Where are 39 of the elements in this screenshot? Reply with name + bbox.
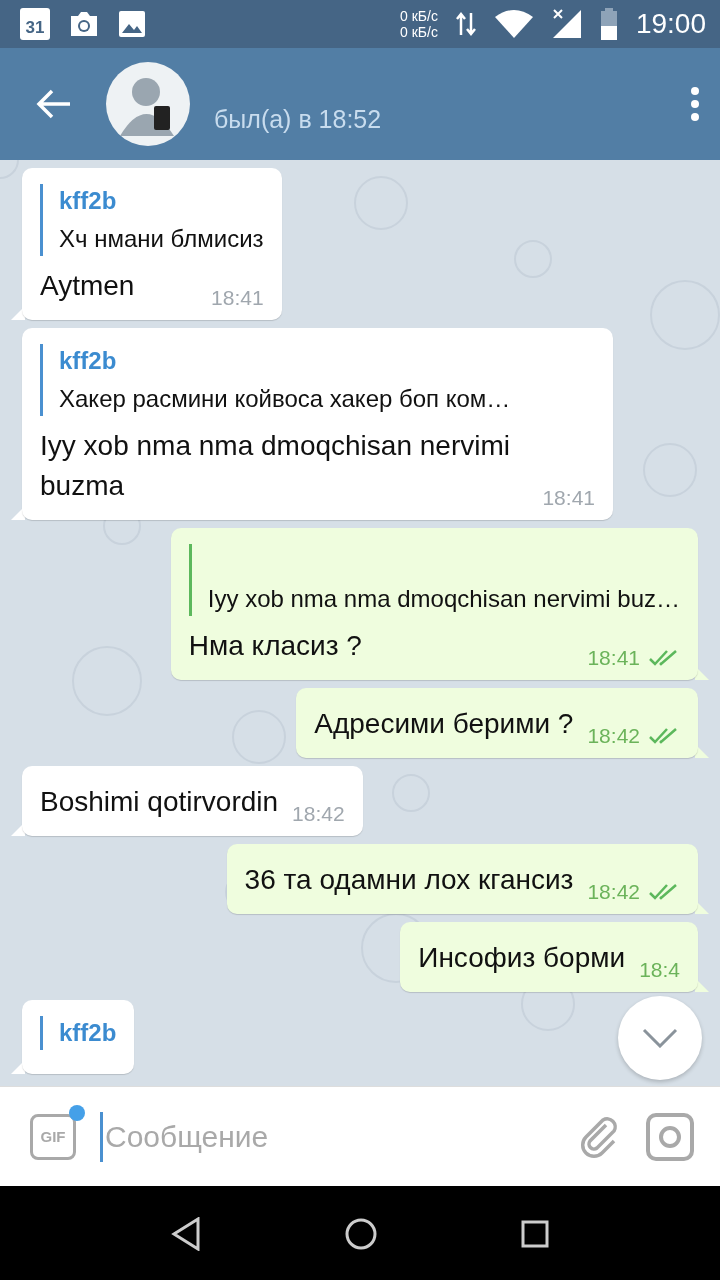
last-seen-status: был(а) в 18:52	[214, 104, 383, 134]
chevron-down-icon	[642, 1028, 678, 1048]
download-speed: 0 кБ/с	[400, 24, 438, 40]
battery-icon	[599, 8, 618, 40]
message-time: 18:41	[211, 286, 264, 310]
message-time: 18:42	[587, 880, 640, 904]
message-text: Boshimi qotirvordin	[40, 785, 279, 819]
reply-text: Iyy xob nma nma dmoqchisan nervimi buz…	[207, 584, 680, 614]
message-text: Нма класиз ?	[188, 629, 363, 663]
reply-text: Хакер расмини койвоса хакер боп ком…	[59, 384, 512, 414]
message-time: 18:42	[587, 724, 640, 748]
clock: 19:00	[635, 8, 706, 40]
camera-icon[interactable]	[646, 1112, 694, 1161]
message-input[interactable]: Сообщение	[100, 1111, 554, 1162]
back-icon[interactable]	[36, 89, 72, 119]
avatar[interactable]	[106, 62, 190, 146]
message-time: 18:4	[639, 958, 680, 982]
message-text: 36 та одамни лох кгансиз	[244, 863, 574, 897]
message-time: 18:41	[587, 646, 640, 670]
back-nav-icon[interactable]	[171, 1217, 202, 1251]
reply-author: kff2b	[59, 346, 118, 376]
signal-icon	[551, 9, 582, 39]
camera-icon	[68, 10, 100, 38]
wifi-icon	[493, 9, 534, 39]
message-text: Инсофиз борми	[418, 941, 626, 975]
image-icon	[118, 10, 146, 38]
calendar-icon: 31	[20, 8, 50, 40]
message-text: Aytmen	[40, 269, 136, 303]
message-text: Iyy xob nma nma dmoqchisan nervimi buzma	[40, 429, 511, 503]
message-time: 18:42	[292, 802, 345, 826]
recents-nav-icon[interactable]	[520, 1220, 549, 1248]
home-nav-icon[interactable]	[344, 1217, 378, 1251]
message-time: 18:41	[542, 486, 595, 510]
menu-icon[interactable]	[690, 86, 700, 122]
reply-text: Хч нмани блмисиз	[59, 224, 264, 254]
reply-author: kff2b	[59, 1018, 117, 1048]
reply-author: kff2b	[59, 186, 118, 216]
message-text: Адресими берими ?	[314, 707, 574, 741]
upload-speed: 0 кБ/с	[400, 8, 438, 24]
